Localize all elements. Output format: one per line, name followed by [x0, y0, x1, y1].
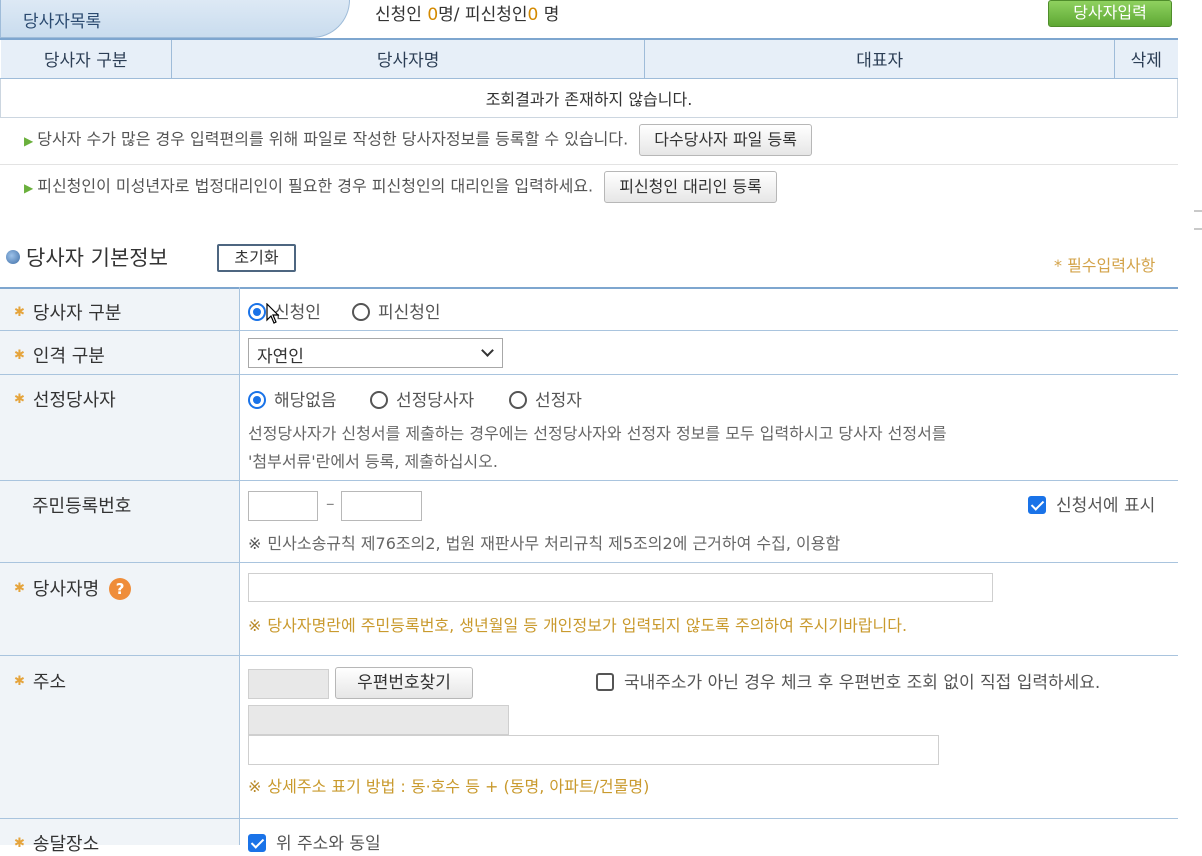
zipcode-input[interactable] — [248, 669, 329, 699]
checkbox-checked-icon[interactable] — [1028, 496, 1046, 514]
same-as-address-checkbox[interactable]: 위 주소와 동일 — [248, 829, 381, 854]
label-column — [0, 288, 239, 845]
column-header-representative: 대표자 — [644, 40, 1116, 79]
address-label: ✱ 주소 — [14, 672, 67, 693]
scrollbar-mark — [1194, 210, 1202, 212]
notice-minor-representative: ▶ 피신청인이 미성년자로 법정대리인이 필요한 경우 피신청인의 대리인을 입력… — [24, 171, 777, 203]
party-list-tab-label: 당사자목록 — [23, 12, 102, 32]
column-header-party-type: 당사자 구분 — [0, 40, 172, 79]
resident-number-back-input[interactable] — [341, 491, 422, 521]
required-star-icon: ✱ — [14, 836, 25, 851]
column-divider — [239, 287, 240, 845]
party-type-label: ✱ 당사자 구분 — [14, 303, 122, 324]
party-name-input[interactable] — [248, 573, 993, 602]
person-type-select[interactable]: 자연인 — [248, 338, 503, 368]
party-list-tab[interactable]: 당사자목록 — [0, 0, 350, 38]
radio-icon[interactable] — [352, 303, 370, 321]
designated-description: 선정당사자가 신청서를 제출하는 경우에는 선정당사자와 선정자 정보를 모두 … — [248, 424, 947, 443]
add-party-button[interactable]: 당사자입력 — [1048, 0, 1172, 27]
required-star-icon: ✱ — [14, 581, 25, 596]
respondent-representative-button[interactable]: 피신청인 대리인 등록 — [604, 171, 777, 203]
party-count: 신청인 0명/ 피신청인0 명 — [375, 5, 560, 25]
show-on-application-checkbox[interactable]: 신청서에 표시 — [1028, 491, 1155, 516]
checkbox-checked-icon[interactable] — [248, 834, 266, 852]
party-name-warning: ※ 당사자명란에 주민등록번호, 생년월일 등 개인정보가 입력되지 않도록 주의… — [248, 616, 908, 635]
column-header-party-name: 당사자명 — [171, 40, 646, 79]
address-main-input[interactable] — [248, 705, 509, 735]
resident-number-front-input[interactable] — [248, 491, 318, 521]
designated-description: '첨부서류'란에서 등록, 제출하십시오. — [248, 452, 498, 471]
bullet-icon — [6, 250, 20, 264]
form-top-border — [0, 287, 1178, 289]
scrollbar-mark — [1194, 228, 1202, 230]
radio-applicant[interactable]: 신청인 — [248, 298, 321, 323]
empty-result-message: 조회결과가 존재하지 않습니다. — [0, 78, 1178, 118]
resident-number-label: 주민등록번호 — [32, 496, 132, 517]
arrow-right-icon: ▶ — [24, 133, 34, 148]
required-star-icon: ✱ — [14, 305, 25, 320]
mouse-cursor-icon — [266, 303, 280, 324]
checkbox-icon[interactable] — [596, 673, 614, 691]
bulk-party-upload-button[interactable]: 다수당사자 파일 등록 — [639, 124, 812, 156]
overseas-address-checkbox[interactable]: 국내주소가 아닌 경우 체크 후 우편번호 조회 없이 직접 입력하세요. — [596, 668, 1100, 693]
row-divider — [0, 655, 1178, 656]
radio-icon[interactable] — [370, 391, 388, 409]
reset-button[interactable]: 초기화 — [217, 244, 296, 272]
column-header-delete: 삭제 — [1114, 40, 1178, 79]
section-title: 당사자 기본정보 — [6, 242, 168, 272]
row-divider — [0, 818, 1178, 819]
required-star-icon: ✱ — [14, 348, 25, 363]
address-detail-input[interactable] — [248, 735, 939, 765]
arrow-right-icon: ▶ — [24, 180, 34, 195]
delivery-place-label: ✱ 송달장소 — [14, 834, 100, 855]
radio-designated-party[interactable]: 선정당사자 — [370, 386, 474, 411]
notice-bulk-upload: ▶ 당사자 수가 많은 경우 입력편의를 위해 파일로 작성한 당사자정보를 등록… — [24, 124, 812, 156]
find-zipcode-button[interactable]: 우편번호찾기 — [335, 667, 473, 699]
applicant-count: 0 — [427, 5, 439, 25]
resident-number-dash: – — [326, 494, 335, 514]
person-type-label: ✱ 인격 구분 — [14, 346, 105, 367]
required-star-icon: ✱ — [14, 674, 25, 689]
help-icon[interactable]: ? — [109, 578, 132, 600]
radio-designator[interactable]: 선정자 — [509, 386, 582, 411]
respondent-count: 0 — [527, 5, 539, 25]
radio-icon[interactable] — [509, 391, 527, 409]
row-divider — [0, 374, 1178, 375]
radio-selected-icon[interactable] — [248, 303, 266, 321]
radio-respondent[interactable]: 피신청인 — [352, 298, 441, 323]
radio-not-applicable[interactable]: 해당없음 — [248, 386, 337, 411]
row-divider — [0, 330, 1178, 331]
address-hint: ※ 상세주소 표기 방법 : 동·호수 등 + (동명, 아파트/건물명) — [248, 777, 650, 796]
party-name-label: ✱ 당사자명? — [14, 575, 132, 601]
resident-number-note: ※ 민사소송규칙 제76조의2, 법원 재판사무 처리규칙 제5조의2에 근거하여… — [248, 534, 841, 553]
row-divider — [0, 480, 1178, 481]
divider — [0, 164, 1178, 165]
radio-selected-icon[interactable] — [248, 391, 266, 409]
chevron-down-icon — [481, 344, 494, 357]
designated-party-label: ✱ 선정당사자 — [14, 390, 116, 411]
party-list-table: 당사자 구분 당사자명 대표자 삭제 조회결과가 존재하지 않습니다. — [0, 40, 1178, 118]
required-star-icon: ✱ — [14, 392, 25, 407]
row-divider — [0, 562, 1178, 563]
required-note: * 필수입력사항 — [1054, 256, 1156, 275]
